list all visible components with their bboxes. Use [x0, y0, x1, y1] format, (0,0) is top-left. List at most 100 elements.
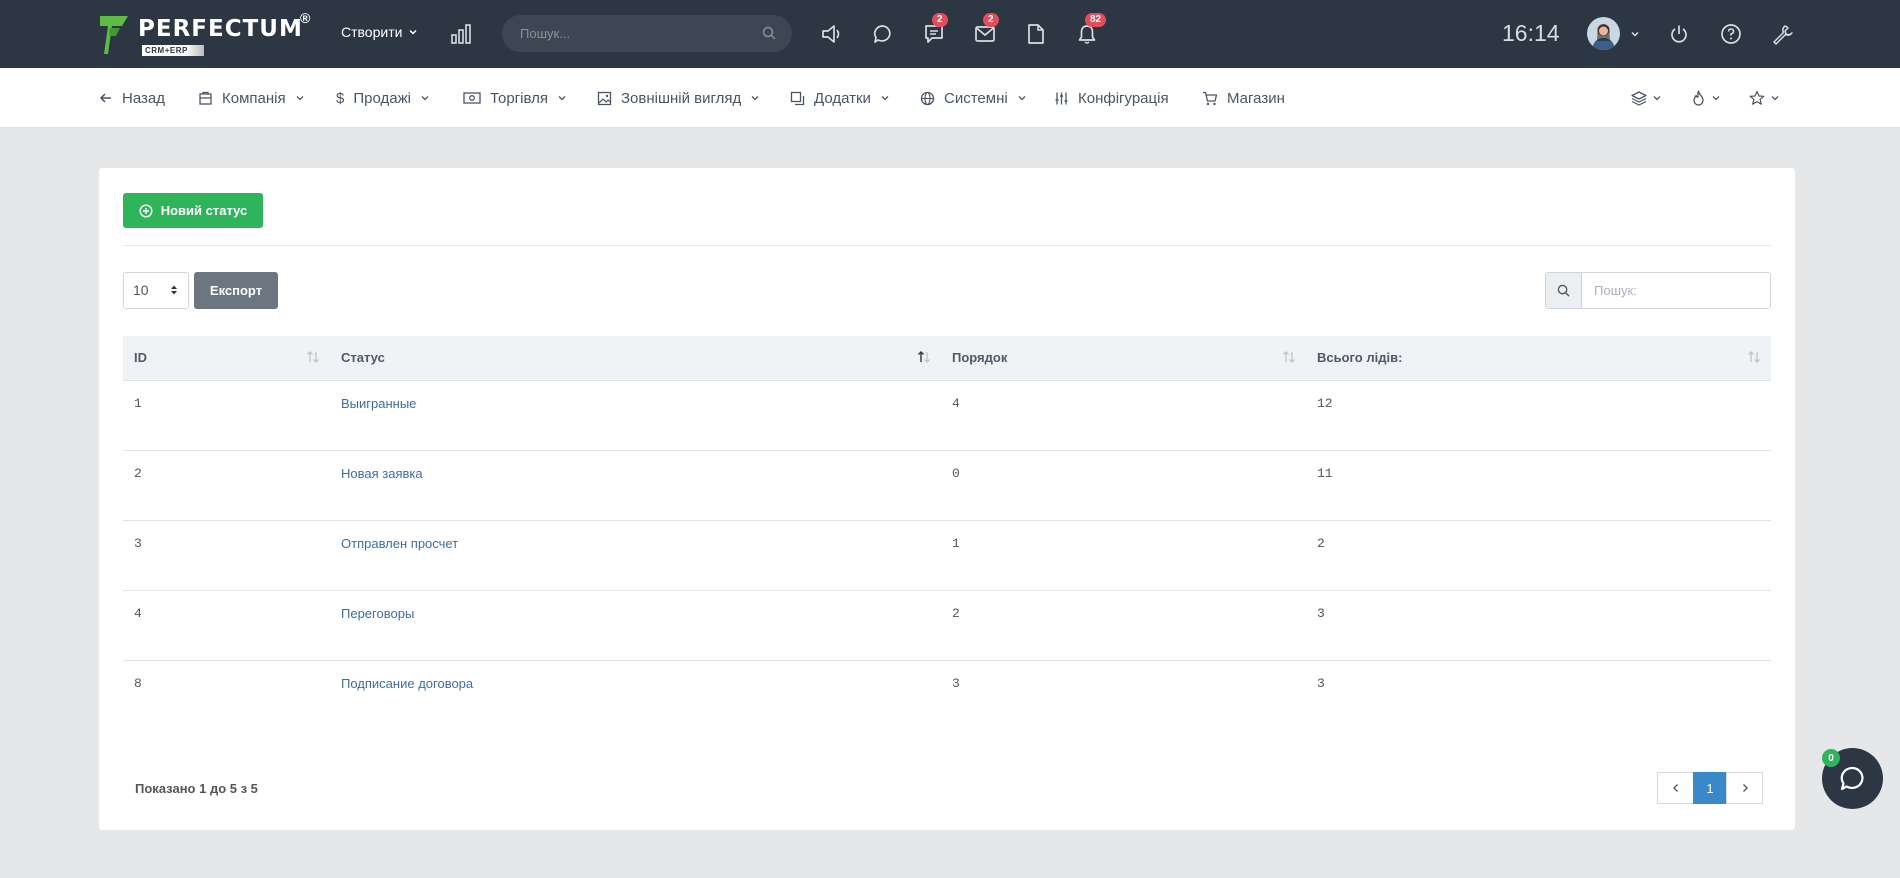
nav-configuration[interactable]: Конфігурація [1054, 68, 1169, 128]
chat-bubble-icon [1840, 766, 1864, 790]
table-row: 3 Отправлен просчет 1 2 [123, 519, 1771, 590]
stats-icon[interactable] [447, 20, 475, 48]
nav-addons-label: Додатки [814, 89, 871, 107]
layers-icon [1631, 91, 1647, 106]
settings-wrench-icon[interactable] [1768, 20, 1796, 48]
table-search [1545, 272, 1771, 309]
table-search-input[interactable] [1582, 273, 1770, 308]
chat-icon[interactable] [869, 20, 897, 48]
status-link[interactable]: Отправлен просчет [341, 536, 458, 551]
column-header-total-leads[interactable]: Всього лідів: [1306, 336, 1771, 380]
status-link[interactable]: Переговоры [341, 606, 414, 621]
globe-icon [920, 91, 935, 105]
main-navigation: Назад Компанія $ Продажі Торгівля Зовніш… [0, 68, 1900, 128]
top-search-input[interactable] [520, 15, 760, 52]
sort-icon [1283, 351, 1295, 363]
announcements-icon[interactable] [818, 20, 846, 48]
chevron-down-icon [1712, 96, 1720, 101]
nav-sales-label: Продажі [353, 89, 411, 107]
cell-status: Подписание договора [330, 659, 941, 730]
nav-company[interactable]: Компанія [198, 68, 305, 128]
fire-menu[interactable] [1691, 68, 1721, 128]
table-info: Показано 1 до 5 з 5 [135, 781, 258, 796]
messages-badge: 2 [932, 13, 948, 27]
cart-icon [1203, 91, 1218, 105]
sort-arrows-icon [171, 285, 177, 295]
cell-status: Отправлен просчет [330, 519, 941, 590]
next-page-button[interactable] [1726, 772, 1763, 804]
page-length-select[interactable]: 10 [123, 272, 189, 309]
notifications-icon[interactable]: 82 [1073, 13, 1107, 48]
column-header-label: ID [134, 350, 147, 366]
export-button[interactable]: Експорт [194, 272, 278, 309]
nav-system[interactable]: Системні [920, 68, 1027, 128]
power-icon[interactable] [1665, 20, 1693, 48]
nav-trade-label: Торгівля [490, 89, 548, 107]
sort-icon [307, 351, 319, 363]
column-header-order[interactable]: Порядок [941, 336, 1306, 380]
avatar[interactable] [1587, 17, 1620, 50]
mail-icon[interactable]: 2 [971, 13, 999, 48]
brand-registered-mark: ® [300, 10, 311, 26]
cell-order: 0 [941, 449, 1306, 520]
favorites-menu[interactable] [1749, 68, 1780, 128]
status-link[interactable]: Выигранные [341, 396, 416, 411]
cell-order: 2 [941, 589, 1306, 660]
column-header-id[interactable]: ID [123, 336, 330, 380]
chevron-right-icon [1742, 784, 1748, 792]
nav-sales[interactable]: $ Продажі [336, 68, 430, 128]
column-header-status[interactable]: Статус [330, 336, 941, 380]
cell-order: 4 [941, 379, 1306, 450]
copy-icon [790, 91, 805, 105]
create-dropdown[interactable]: Створити [341, 24, 418, 40]
nav-addons[interactable]: Додатки [790, 68, 890, 128]
cell-status: Выигранные [330, 379, 941, 450]
nav-back[interactable]: Назад [99, 68, 165, 128]
nav-company-label: Компанія [222, 89, 286, 107]
previous-page-button[interactable] [1657, 772, 1694, 804]
chevron-down-icon [558, 96, 566, 101]
notes-icon[interactable] [1022, 20, 1050, 48]
nav-configuration-label: Конфігурація [1078, 89, 1169, 107]
table-row: 4 Переговоры 2 3 [123, 589, 1771, 660]
layers-menu[interactable] [1631, 68, 1662, 128]
nav-appearance[interactable]: Зовнішній вигляд [597, 68, 760, 128]
cell-id: 1 [123, 379, 330, 450]
status-link[interactable]: Подписание договора [341, 676, 473, 691]
new-status-button[interactable]: Новий статус [123, 193, 263, 228]
table-row: 8 Подписание договора 3 3 [123, 659, 1771, 730]
chevron-down-icon [881, 96, 889, 101]
search-icon[interactable] [1546, 273, 1582, 308]
cell-leads: 3 [1306, 659, 1771, 730]
column-header-label: Всього лідів: [1317, 350, 1403, 366]
divider [123, 245, 1771, 246]
export-label: Експорт [209, 283, 263, 298]
brand-logo[interactable]: PERFECTUM ® CRM+ERP [98, 10, 318, 58]
search-icon[interactable] [762, 26, 776, 40]
nav-trade[interactable]: Торгівля [463, 68, 567, 128]
building-icon [199, 91, 212, 105]
chat-count-badge: 0 [1822, 749, 1840, 767]
help-icon[interactable] [1717, 20, 1745, 48]
nav-store[interactable]: Магазин [1202, 68, 1285, 128]
nav-system-label: Системні [944, 89, 1008, 107]
cell-id: 4 [123, 589, 330, 660]
page-button-current[interactable]: 1 [1693, 772, 1727, 804]
chevron-down-icon [1771, 96, 1779, 101]
top-search [502, 15, 792, 52]
clock: 16:14 [1502, 20, 1560, 46]
user-menu-chevron-icon[interactable] [1630, 29, 1640, 39]
messages-icon[interactable]: 2 [920, 13, 948, 48]
brand-subtitle: CRM+ERP [142, 45, 204, 56]
status-link[interactable]: Новая заявка [341, 466, 423, 481]
star-icon [1749, 90, 1765, 105]
chevron-down-icon [751, 96, 759, 101]
chevron-down-icon [1018, 96, 1026, 101]
page-length-value: 10 [133, 282, 149, 298]
sort-icon [1748, 351, 1760, 363]
cell-status: Новая заявка [330, 449, 941, 520]
chevron-down-icon [421, 96, 429, 101]
statuses-table: ID Статус Порядок Всього лідів: 1 Выигра… [123, 336, 1771, 730]
content-card: Новий статус 10 Експорт ID Статус Порядо… [99, 168, 1795, 830]
fire-icon [1693, 90, 1704, 106]
